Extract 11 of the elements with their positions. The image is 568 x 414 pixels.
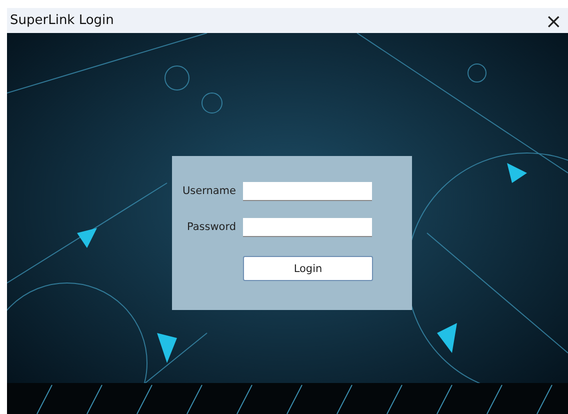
close-button[interactable]: × <box>543 10 564 30</box>
window-title: SuperLink Login <box>10 13 114 28</box>
triangle-shard <box>437 323 457 353</box>
password-field[interactable] <box>243 218 372 236</box>
triangle-shard <box>507 163 527 183</box>
login-button[interactable]: Login <box>243 256 373 281</box>
triangle-shard <box>157 333 177 363</box>
field-label: Password <box>186 221 236 233</box>
username-field[interactable] <box>243 182 372 200</box>
triangle-shard <box>77 228 97 248</box>
field-label: Username <box>182 185 236 197</box>
